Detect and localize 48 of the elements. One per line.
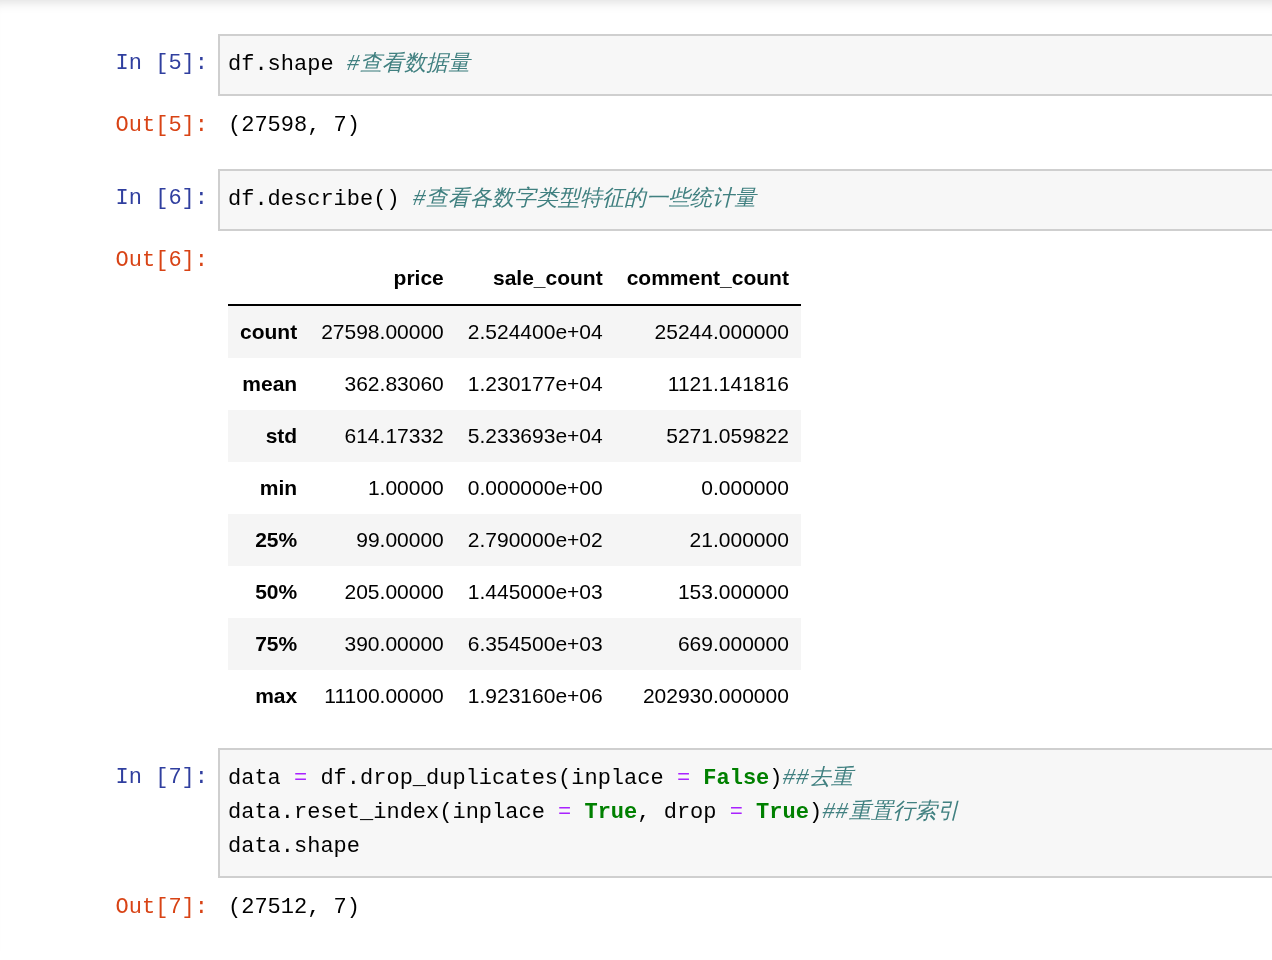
table-cell: 21.000000: [614, 514, 801, 566]
table-cell: 614.17332: [309, 410, 456, 462]
table-cell: 0.000000e+00: [455, 462, 615, 514]
table-cell: 1121.141816: [614, 358, 801, 410]
table-cell: 99.00000: [309, 514, 456, 566]
code-line: data.reset_index(inplace = True, drop = True)##重置行索引: [228, 798, 960, 827]
input-prompt: In [7]:: [114, 764, 209, 792]
output-prompt: Out[6]:: [114, 247, 209, 275]
table-cell: 362.83060: [309, 358, 456, 410]
row-label: 50%: [228, 566, 310, 618]
row-label: 75%: [228, 618, 310, 670]
row-label: max: [228, 670, 310, 722]
table-cell: 153.000000: [614, 566, 801, 618]
table-cell: 1.230177e+04: [455, 358, 615, 410]
code-input[interactable]: df.describe() #查看各数字类型特征的一些统计量: [218, 169, 1272, 231]
row-label: std: [228, 410, 310, 462]
table-cell: 390.00000: [309, 618, 456, 670]
table-cell: 5271.059822: [614, 410, 801, 462]
table-cell: 2.790000e+02: [455, 514, 615, 566]
table-cell: 27598.00000: [309, 305, 456, 358]
output-text: (27512, 7): [228, 894, 362, 922]
input-prompt: In [6]:: [114, 185, 209, 213]
table-cell: 1.00000: [309, 462, 456, 514]
table-cell: 205.00000: [309, 566, 456, 618]
code-input[interactable]: df.shape #查看数据量: [218, 34, 1272, 96]
code-line: data.shape: [228, 833, 362, 861]
row-label: 25%: [228, 514, 310, 566]
table-cell: 1.923160e+06: [455, 670, 615, 722]
table-cell: 1.445000e+03: [455, 566, 615, 618]
row-label: count: [228, 305, 310, 358]
table-cell: 6.354500e+03: [455, 618, 615, 670]
row-label: min: [228, 462, 310, 514]
output-prompt: Out[7]:: [114, 894, 209, 922]
table-cell: 2.524400e+04: [455, 305, 615, 358]
code-line: data = df.drop_duplicates(inplace = False)##去重: [228, 762, 1264, 796]
output-text: (27598, 7): [228, 112, 362, 140]
code-line: df.describe() #查看各数字类型特征的一些统计量: [228, 185, 759, 214]
input-prompt: In [5]:: [114, 50, 209, 78]
table-cell: 669.000000: [614, 618, 801, 670]
table-cell: 11100.00000: [309, 670, 456, 722]
table-cell: 202930.000000: [614, 670, 801, 722]
table-cell: 25244.000000: [614, 305, 801, 358]
output-prompt: Out[5]:: [114, 112, 209, 140]
table-cell: 0.000000: [614, 462, 801, 514]
row-label: mean: [228, 358, 310, 410]
code-line: df.shape #查看数据量: [228, 51, 473, 79]
table-cell: 5.233693e+04: [455, 410, 615, 462]
code-input[interactable]: data = df.drop_duplicates(inplace = False)##去重 data.reset_index(inplace = True, drop = True)##重置行索引 data.shape: [218, 748, 1272, 878]
